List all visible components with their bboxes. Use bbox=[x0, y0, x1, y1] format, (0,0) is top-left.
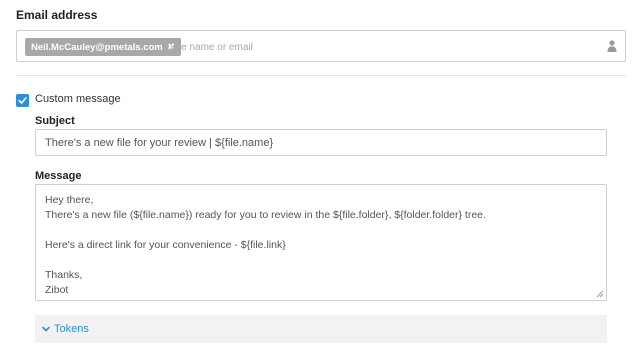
tokens-toggle[interactable]: Tokens bbox=[35, 315, 607, 343]
message-line bbox=[45, 223, 597, 238]
message-label: Message bbox=[35, 170, 82, 182]
recipient-chip-label: Neil.McCauley@pmetals.com bbox=[31, 41, 163, 53]
person-icon[interactable] bbox=[607, 40, 617, 52]
message-line: Here's a direct link for your convenienc… bbox=[45, 239, 286, 251]
message-line: Hey there, bbox=[45, 194, 94, 206]
email-address-label: Email address bbox=[16, 8, 98, 22]
recipient-chip[interactable]: Neil.McCauley@pmetals.com ✖ bbox=[25, 38, 182, 56]
subject-value: There's a new file for your review | ${f… bbox=[45, 136, 274, 149]
message-line: There's a new file (${file.name}) ready … bbox=[45, 209, 486, 221]
subject-input[interactable]: There's a new file for your review | ${f… bbox=[35, 129, 607, 156]
chevron-down-icon bbox=[42, 326, 50, 332]
message-line: Zibot bbox=[45, 284, 69, 296]
message-textarea[interactable]: Hey there, There's a new file (${file.na… bbox=[35, 184, 607, 301]
checkmark-icon bbox=[18, 97, 27, 104]
message-line: Thanks, bbox=[45, 269, 83, 281]
email-recipients-field[interactable]: Neil.McCauley@pmetals.com ✖ bbox=[16, 30, 626, 62]
section-divider bbox=[16, 75, 626, 76]
subject-label: Subject bbox=[35, 115, 75, 127]
email-search-input[interactable] bbox=[165, 37, 585, 57]
custom-message-label[interactable]: Custom message bbox=[35, 93, 121, 105]
share-form: Email address Neil.McCauley@pmetals.com … bbox=[0, 0, 640, 360]
tokens-label: Tokens bbox=[54, 323, 89, 335]
custom-message-checkbox[interactable] bbox=[16, 94, 29, 107]
resize-handle-icon[interactable] bbox=[596, 290, 604, 298]
message-line bbox=[45, 253, 597, 268]
